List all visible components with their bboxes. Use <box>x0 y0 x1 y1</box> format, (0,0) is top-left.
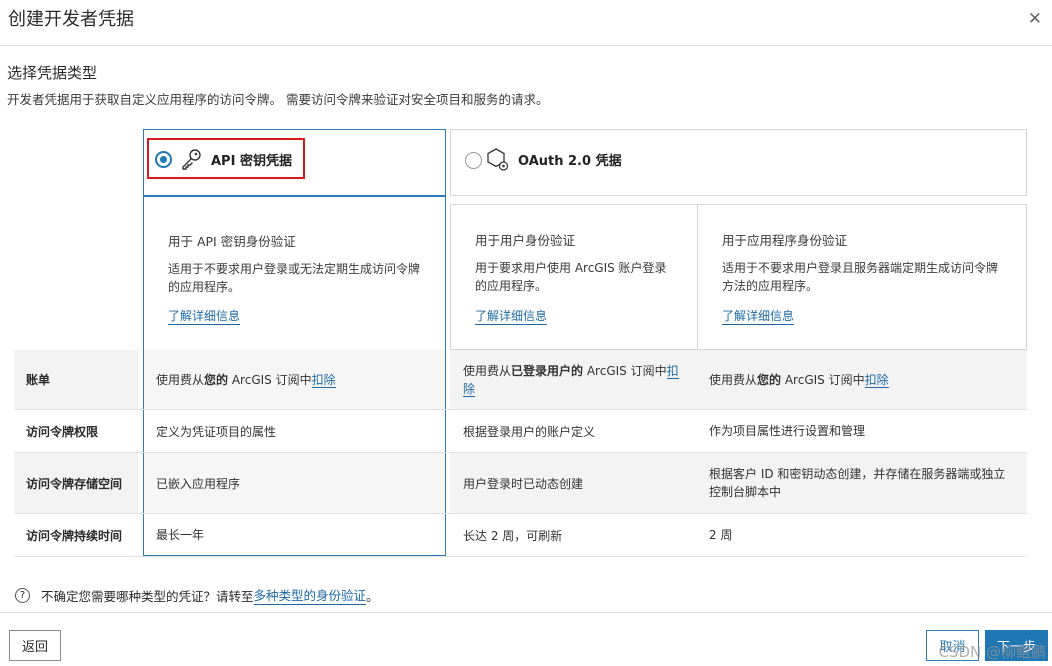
billing-text: 使用费从 <box>709 372 758 387</box>
billing-bold: 您的 <box>757 372 782 387</box>
help-line: ? 不确定您需要哪种类型的凭证？请转至 多种类型的身份验证 。 <box>15 585 379 605</box>
description-text-line-2: 的应用程序。 <box>475 279 548 293</box>
question-icon: ? <box>15 587 30 603</box>
selection-highlight <box>147 138 305 179</box>
learn-more-link[interactable]: 了解详细信息 <box>168 307 241 325</box>
description-user-auth: 用于用户身份验证 用于要求用户使用 ArcGIS 账户登录 的应用程序。 了解详… <box>450 204 697 350</box>
row-label: 账单 <box>14 350 138 409</box>
deduct-link[interactable]: 扣除 <box>311 373 336 388</box>
help-suffix: 。 <box>366 588 379 604</box>
billing-bold: 您的 <box>204 373 229 387</box>
table-row-duration: 访问令牌持续时间 最长一年 长达 2 周，可刷新 2 周 <box>14 514 1027 557</box>
billing-app-auth: 使用费从您的 ArcGIS 订阅中扣除 <box>697 350 1027 409</box>
description-text-line-1: 用于要求用户使用 ArcGIS 账户登录 <box>475 261 667 275</box>
dialog-footer: 返回 取消 下一步 <box>0 612 1052 666</box>
billing-text: ArcGIS 订阅中 <box>583 363 667 378</box>
description-text-line-1: 适用于不要求用户登录或无法定期生成访问令牌 <box>168 262 421 276</box>
billing-api-key: 使用费从您的 ArcGIS 订阅中扣除 <box>143 350 446 409</box>
billing-text: 使用费从 <box>156 373 205 387</box>
cell-app-auth: 2 周 <box>709 528 733 542</box>
description-api-key: 用于 API 密钥身份验证 适用于不要求用户登录或无法定期生成访问令牌 的应用程… <box>143 196 446 350</box>
cell-app-auth: 作为项目属性进行设置和管理 <box>709 424 866 438</box>
description-title: 用于用户身份验证 <box>475 233 576 248</box>
cell-user-auth: 根据登录用户的账户定义 <box>463 424 596 439</box>
billing-user-auth: 使用费从已登录用户的 ArcGIS 订阅中扣除 <box>450 350 697 409</box>
billing-text: 使用费从 <box>463 363 512 378</box>
auth-types-link[interactable]: 多种类型的身份验证 <box>253 585 367 605</box>
row-label: 访问令牌持续时间 <box>26 528 123 543</box>
cell-user-auth: 长达 2 周，可刷新 <box>463 528 563 543</box>
oauth-app-icon <box>487 148 509 171</box>
option-label-oauth: OAuth 2.0 凭据 <box>518 154 622 169</box>
row-label: 访问令牌权限 <box>26 424 99 439</box>
description-app-auth: 用于应用程序身份验证 适用于不要求用户登录且服务器端定期生成访问令牌 方法的应用… <box>697 204 1027 350</box>
description-title: 用于 API 密钥身份验证 <box>168 234 296 249</box>
table-row-permissions: 访问令牌权限 定义为凭证项目的属性 根据登录用户的账户定义 作为项目属性进行设置… <box>14 410 1027 453</box>
description-text-line-2: 的应用程序。 <box>168 280 241 294</box>
description-text-line-1: 适用于不要求用户登录且服务器端定期生成访问令牌 <box>722 261 999 275</box>
section-title: 选择凭据类型 <box>7 64 98 82</box>
dialog-header: 创建开发者凭据 ✕ <box>0 0 1052 46</box>
option-card-oauth[interactable]: OAuth 2.0 凭据 <box>450 129 1027 196</box>
learn-more-link[interactable]: 了解详细信息 <box>722 307 795 325</box>
billing-text: ArcGIS 订阅中 <box>228 373 312 387</box>
back-button[interactable]: 返回 <box>9 630 61 661</box>
cell-api-key: 最长一年 <box>143 514 446 556</box>
billing-bold: 已登录用户的 <box>511 363 584 378</box>
cell-api-key: 已嵌入应用程序 <box>143 453 446 513</box>
radio-oauth[interactable] <box>465 152 482 169</box>
description-title: 用于应用程序身份验证 <box>722 233 848 248</box>
section-description: 开发者凭据用于获取自定义应用程序的访问令牌。 需要访问令牌来验证对安全项目和服务… <box>7 92 549 107</box>
dialog-title: 创建开发者凭据 <box>8 9 134 30</box>
table-row-billing: 账单 使用费从您的 ArcGIS 订阅中扣除 使用费从已登录用户的 ArcGIS… <box>14 350 1027 410</box>
row-label: 访问令牌存储空间 <box>14 453 138 513</box>
description-text-line-2: 方法的应用程序。 <box>722 279 819 293</box>
billing-text: ArcGIS 订阅中 <box>781 372 865 387</box>
cell-user-auth: 用户登录时已动态创建 <box>450 453 697 513</box>
table-row-storage: 访问令牌存储空间 已嵌入应用程序 用户登录时已动态创建 根据客户 ID 和密钥动… <box>14 453 1027 514</box>
cell-api-key: 定义为凭证项目的属性 <box>143 410 446 452</box>
watermark: CSDN @柳鲲鹏 <box>938 643 1046 661</box>
learn-more-link[interactable]: 了解详细信息 <box>475 307 548 325</box>
close-icon[interactable]: ✕ <box>1028 9 1042 29</box>
help-text: 不确定您需要哪种类型的凭证？请转至 <box>41 588 254 604</box>
cell-app-auth: 根据客户 ID 和密钥动态创建，并存储在服务器端或独立控制台脚本中 <box>697 453 1027 513</box>
deduct-link[interactable]: 扣除 <box>864 372 889 388</box>
